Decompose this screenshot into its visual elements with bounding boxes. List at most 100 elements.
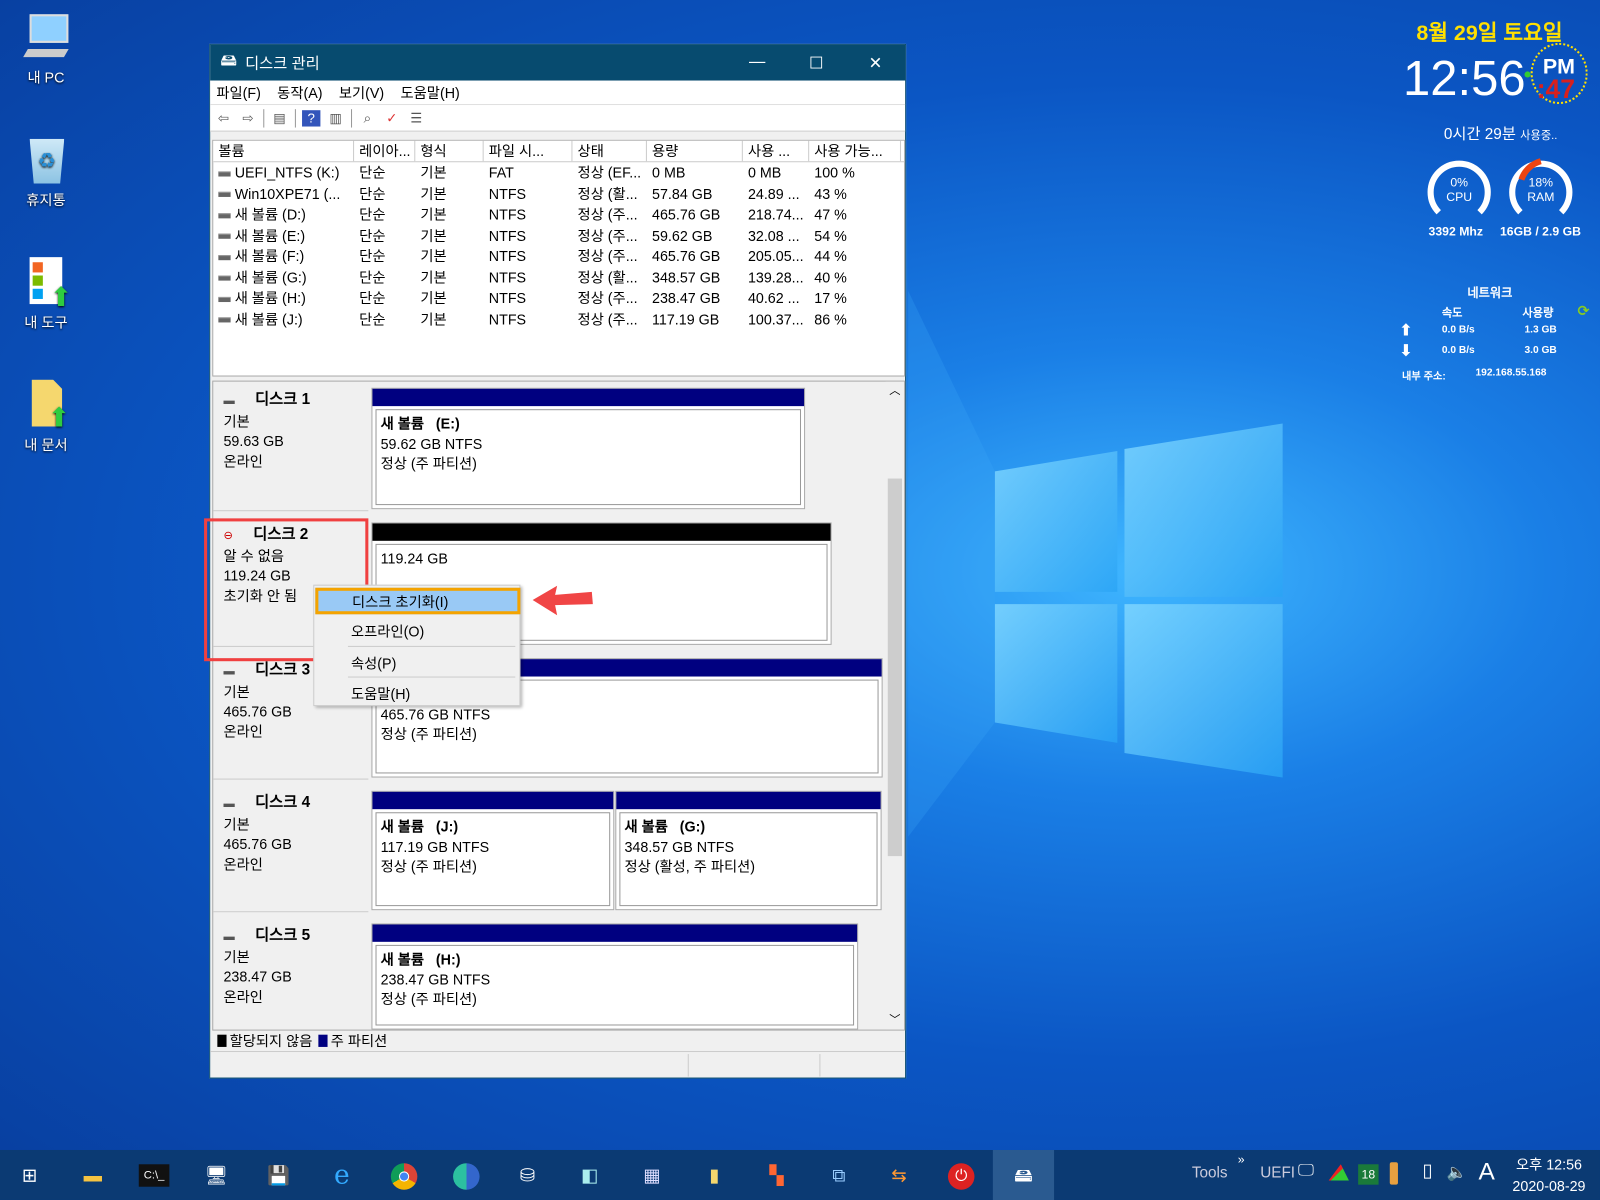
menu-help[interactable]: 도움말(H): [401, 82, 460, 102]
scroll-down-icon[interactable]: ﹀: [886, 1011, 904, 1027]
network-share-icon[interactable]: ⧉: [823, 1160, 854, 1191]
disk-label[interactable]: ▬ 디스크 1 기본 59.63 GB 온라인: [213, 382, 369, 512]
power-icon[interactable]: ⏻: [946, 1160, 977, 1191]
volume-cell: 새 볼륨 (G:): [213, 267, 354, 288]
internet-explorer-icon[interactable]: e: [327, 1160, 358, 1191]
column-free-space[interactable]: 사용 ...: [743, 140, 810, 162]
grid-tool-icon[interactable]: ▦: [637, 1160, 668, 1191]
partition[interactable]: 새 볼륨 (G:) 348.57 GB NTFS 정상 (활성, 주 파티션): [615, 790, 882, 911]
volume-row[interactable]: 새 볼륨 (D:) 단순 기본 NTFS 정상 (주... 465.76 GB 218.74…: [213, 204, 904, 225]
menu-action[interactable]: 동작(A): [277, 82, 322, 102]
cell-text: 218.74...: [747, 206, 804, 223]
menu-file[interactable]: 파일(F): [216, 82, 261, 102]
partition-status: 정상 (주 파티션): [380, 858, 477, 875]
column-type[interactable]: 형식: [415, 140, 484, 162]
partition-size: 465.76 GB NTFS: [380, 705, 491, 722]
partition[interactable]: 새 볼륨 (J:) 117.19 GB NTFS 정상 (주 파티션): [371, 790, 615, 911]
scrollbar-thumb[interactable]: [887, 478, 903, 857]
minimize-button[interactable]: —: [728, 53, 787, 73]
check-icon[interactable]: ✓: [383, 110, 401, 126]
maximize-button[interactable]: ☐: [787, 53, 846, 73]
context-menu-item-help[interactable]: 도움말(H): [351, 684, 410, 704]
network-tool-icon[interactable]: 🖥: [201, 1160, 232, 1191]
connect-disk-icon[interactable]: ⌕: [358, 110, 376, 126]
disk-label[interactable]: ▬ 디스크 4 기본 465.76 GB 온라인: [213, 785, 369, 913]
volume-cell: 정상 (주...: [572, 225, 646, 246]
disk-management-taskbar-icon[interactable]: 🖴: [1008, 1160, 1039, 1191]
column-filesystem[interactable]: 파일 시...: [484, 140, 573, 162]
volume-cell: 465.76 GB: [647, 204, 743, 225]
scroll-up-icon[interactable]: ︿: [886, 382, 904, 398]
context-menu-item-initialize-disk[interactable]: 디스크 초기화(I): [315, 587, 521, 615]
file-explorer-icon[interactable]: ▬: [78, 1160, 109, 1191]
volume-cell: 기본: [415, 225, 483, 246]
cell-text: 43 %: [814, 185, 847, 202]
show-hide-tree-icon[interactable]: ▤: [270, 110, 288, 126]
command-prompt-icon[interactable]: C:\_: [138, 1164, 170, 1187]
calendar-badge-icon[interactable]: 18: [1358, 1164, 1379, 1185]
column-volume[interactable]: 볼륨: [213, 140, 355, 162]
volume-cell: NTFS: [484, 309, 573, 330]
desktop-icon-my-documents[interactable]: ⬆ 내 문서: [0, 379, 92, 456]
taskbar-clock[interactable]: 오후 12:56 2020-08-29: [1510, 1154, 1588, 1194]
disk-icon: ▬: [223, 394, 235, 408]
column-status[interactable]: 상태: [572, 140, 647, 162]
volume-row[interactable]: UEFI_NTFS (K:) 단순 기본 FAT 정상 (EF... 0 MB 0 MB 10…: [213, 162, 904, 183]
display-icon[interactable]: 🖵: [1298, 1162, 1314, 1180]
desktop-icon-recycle-bin[interactable]: ♻ 휴지통: [0, 135, 92, 211]
tools-shortcut-icon: ⬆: [21, 257, 72, 310]
volume-icon[interactable]: 🔈: [1447, 1162, 1467, 1182]
volume-row[interactable]: 새 볼륨 (F:) 단순 기본 NTFS 정상 (주... 465.76 GB 205.05…: [213, 246, 904, 267]
usb-cable-icon[interactable]: [1389, 1162, 1398, 1185]
legend-primary-partition: 주 파티션: [330, 1032, 388, 1049]
volume-row[interactable]: 새 볼륨 (J:) 단순 기본 NTFS 정상 (주... 117.19 GB 100.37…: [213, 309, 904, 330]
tools-icon[interactable]: ▚: [761, 1160, 792, 1191]
save-disk-icon[interactable]: 💾: [263, 1160, 294, 1191]
context-menu-item-properties[interactable]: 속성(P): [351, 653, 396, 673]
disk-label[interactable]: ▬ 디스크 5 기본 238.47 GB 온라인: [213, 917, 368, 1029]
volume-row[interactable]: Win10XPE71 (... 단순 기본 NTFS 정상 (활... 57.84 GB 2…: [213, 183, 904, 204]
vertical-scrollbar[interactable]: ︿ ﹀: [885, 381, 905, 1030]
properties-list-icon[interactable]: ☰: [407, 110, 425, 126]
cell-text: 47 %: [814, 206, 847, 223]
desktop-icon-my-tools[interactable]: ⬆ 내 도구: [0, 257, 92, 333]
back-icon[interactable]: ⇦: [214, 110, 232, 126]
menu-view[interactable]: 보기(V): [339, 82, 384, 102]
cell-text: 59.62 GB: [652, 227, 713, 244]
column-capacity[interactable]: 용량: [647, 140, 743, 162]
edge-icon[interactable]: [451, 1160, 482, 1191]
drive-icon: [218, 275, 231, 281]
desktop-icon-my-pc[interactable]: 내 PC: [0, 12, 92, 88]
column-layout[interactable]: 레이아...: [354, 140, 416, 162]
expand-chevron-icon[interactable]: »: [1238, 1152, 1245, 1166]
tools-toolbar-label[interactable]: Tools: [1192, 1164, 1228, 1181]
uefi-label[interactable]: UEFI: [1260, 1164, 1295, 1181]
start-button[interactable]: ⊞: [14, 1160, 45, 1191]
context-menu-item-offline[interactable]: 오프라인(O): [351, 621, 424, 641]
partition[interactable]: 새 볼륨 (E:) 59.62 GB NTFS 정상 (주 파티션): [371, 387, 806, 510]
column-percent-free[interactable]: 사용 가능...: [809, 140, 902, 162]
partition-name: 새 볼륨 (G:): [624, 818, 706, 835]
disk-tool-icon[interactable]: ⛁: [512, 1160, 543, 1191]
transfer-icon[interactable]: ⇆: [884, 1160, 915, 1191]
partition-tool-icon[interactable]: ◧: [574, 1160, 605, 1191]
volume-cell: 새 볼륨 (D:): [213, 204, 354, 225]
input-method-indicator[interactable]: A: [1479, 1158, 1495, 1187]
forward-icon[interactable]: ⇨: [239, 110, 257, 126]
volume-row[interactable]: 새 볼륨 (H:) 단순 기본 NTFS 정상 (주... 238.47 GB 40.62 …: [213, 288, 904, 309]
drive-icon: [218, 213, 231, 219]
volume-row[interactable]: 새 볼륨 (G:) 단순 기본 NTFS 정상 (활... 348.57 GB 139.28…: [213, 267, 904, 288]
refresh-icon[interactable]: ⟳: [1578, 302, 1590, 319]
action-pane-icon[interactable]: ▥: [327, 110, 345, 126]
help-icon[interactable]: ?: [302, 109, 321, 127]
usb-drive-icon[interactable]: ▯: [1422, 1160, 1432, 1181]
menu-bar: 파일(F) 동작(A) 보기(V) 도움말(H): [210, 80, 906, 106]
app-tray-icon[interactable]: [1328, 1164, 1349, 1181]
chrome-icon[interactable]: [389, 1160, 420, 1191]
cell-text: 정상 (EF...: [577, 164, 642, 181]
title-bar[interactable]: 🖴 디스크 관리 — ☐ ✕: [210, 44, 906, 81]
documents-icon[interactable]: ▮: [699, 1160, 730, 1191]
partition[interactable]: 새 볼륨 (H:) 238.47 GB NTFS 정상 (주 파티션): [371, 923, 859, 1030]
volume-row[interactable]: 새 볼륨 (E:) 단순 기본 NTFS 정상 (주... 59.62 GB 32.08 .…: [213, 225, 904, 246]
close-button[interactable]: ✕: [846, 53, 905, 73]
